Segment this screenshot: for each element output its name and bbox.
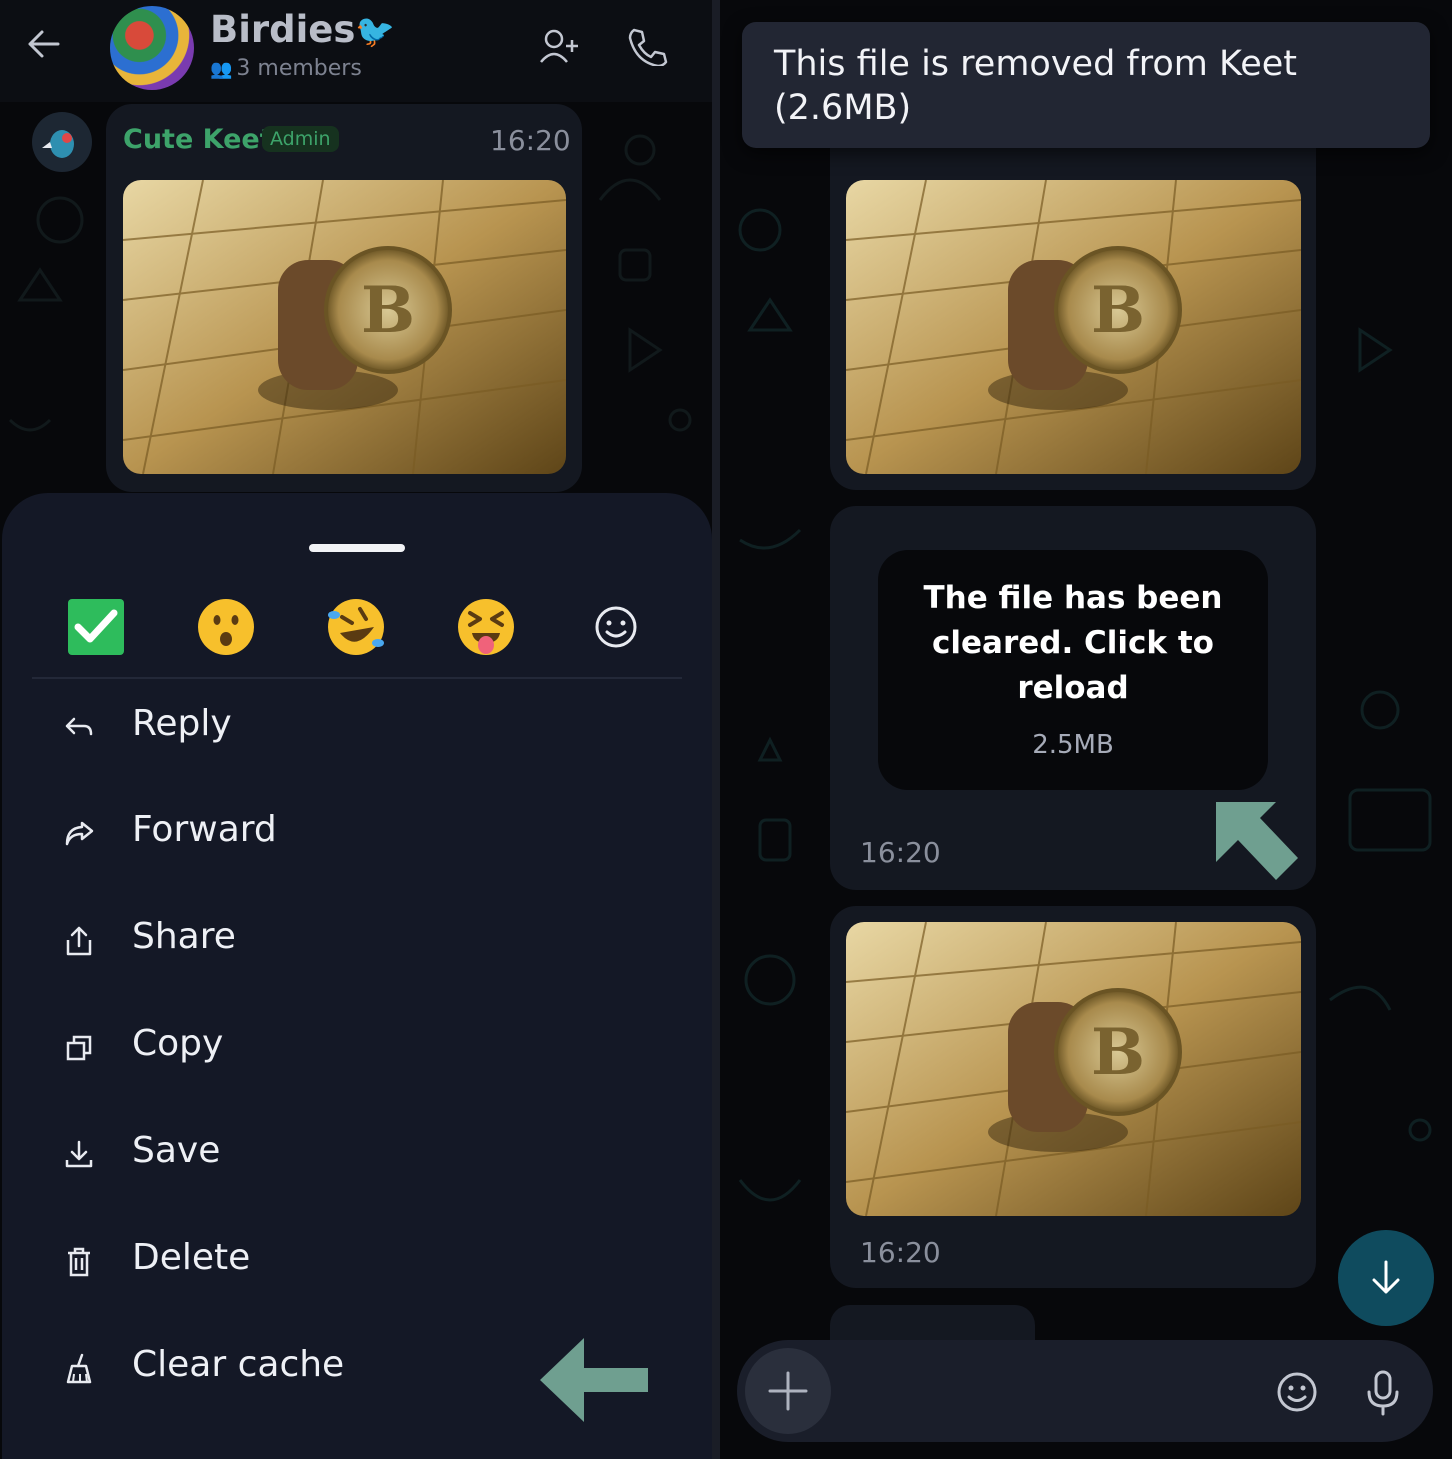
reaction-rofl[interactable] bbox=[326, 597, 386, 657]
message-actions-sheet: Reply Forward Share Copy Save Delete Cle… bbox=[2, 493, 712, 1459]
back-arrow-icon[interactable] bbox=[26, 28, 62, 60]
reaction-check[interactable] bbox=[66, 597, 126, 657]
image-message-time: 16:20 bbox=[860, 1236, 941, 1269]
members-text: 3 members bbox=[236, 56, 362, 81]
toast-line-2: (2.6MB) bbox=[774, 88, 912, 128]
menu-item-delete[interactable]: Delete bbox=[2, 1219, 712, 1319]
squinting-tongue-emoji-icon bbox=[458, 599, 514, 655]
menu-item-copy[interactable]: Copy bbox=[2, 1005, 712, 1105]
reaction-picker[interactable] bbox=[588, 599, 644, 655]
file-removed-toast: This file is removed from Keet (2.6MB) bbox=[742, 22, 1430, 148]
menu-label-delete: Delete bbox=[132, 1237, 251, 1278]
cleared-file-message: The file has been cleared. Click to relo… bbox=[923, 580, 1223, 706]
cleared-file-size: 2.5MB bbox=[1032, 730, 1114, 760]
plus-icon bbox=[768, 1371, 808, 1411]
phone-icon[interactable] bbox=[624, 26, 668, 66]
svg-text:B: B bbox=[1091, 1015, 1145, 1090]
check-mark-emoji-icon bbox=[68, 599, 124, 655]
bird-avatar-icon bbox=[42, 130, 74, 158]
menu-item-save[interactable]: Save bbox=[2, 1112, 712, 1212]
emoji-icon[interactable] bbox=[1273, 1368, 1321, 1416]
sender-avatar[interactable] bbox=[32, 112, 92, 172]
microphone-icon[interactable] bbox=[1359, 1368, 1407, 1416]
menu-item-reply[interactable]: Reply bbox=[2, 685, 712, 785]
reaction-divider bbox=[32, 677, 682, 679]
pointer-arrow-up-left-icon bbox=[1216, 802, 1298, 880]
reply-icon bbox=[65, 717, 93, 736]
menu-label-copy: Copy bbox=[132, 1023, 224, 1064]
reaction-surprised[interactable] bbox=[196, 597, 256, 657]
bitcoin-gold-picture-top: B bbox=[846, 180, 1301, 474]
menu-label-share: Share bbox=[132, 916, 236, 957]
bitcoin-gold-picture: B bbox=[123, 180, 566, 474]
add-user-icon[interactable] bbox=[538, 26, 582, 66]
reaction-tongue[interactable] bbox=[456, 597, 516, 657]
menu-label-forward: Forward bbox=[132, 809, 277, 850]
admin-badge: Admin bbox=[262, 126, 339, 152]
attach-button[interactable] bbox=[745, 1348, 831, 1434]
message-time: 16:20 bbox=[490, 124, 571, 157]
svg-text:B: B bbox=[361, 273, 415, 348]
arrow-down-icon bbox=[1372, 1260, 1400, 1294]
pointer-arrow-left-icon bbox=[540, 1338, 648, 1422]
message-composer[interactable] bbox=[737, 1340, 1433, 1442]
cleared-file-time: 16:20 bbox=[860, 836, 941, 869]
chat-panel-left: Birdies🐦 👥 3 members Cute Keet Admin 16:2… bbox=[0, 0, 712, 1459]
scroll-to-bottom-button[interactable] bbox=[1338, 1230, 1434, 1326]
panel-divider bbox=[712, 0, 720, 1459]
members-count: 👥 3 members bbox=[210, 56, 362, 81]
trash-icon bbox=[68, 1247, 90, 1277]
bitcoin-gold-image-bottom[interactable]: B bbox=[846, 922, 1301, 1216]
sender-name[interactable]: Cute Keet bbox=[123, 124, 273, 155]
share-icon bbox=[66, 926, 92, 956]
sheet-grabber[interactable] bbox=[309, 544, 405, 552]
toast-line-1: This file is removed from Keet bbox=[774, 44, 1297, 84]
menu-label-clear-cache: Clear cache bbox=[132, 1344, 345, 1385]
group-title[interactable]: Birdies🐦 bbox=[210, 8, 395, 51]
save-icon bbox=[65, 1140, 93, 1168]
group-title-text: Birdies bbox=[210, 8, 356, 51]
broom-icon bbox=[66, 1353, 92, 1384]
smile-outline-icon bbox=[595, 606, 637, 648]
svg-text:B: B bbox=[1091, 273, 1145, 348]
bird-emoji: 🐦 bbox=[355, 12, 396, 50]
reload-file-button[interactable]: The file has been cleared. Click to relo… bbox=[878, 550, 1268, 790]
surprised-face-emoji-icon bbox=[198, 599, 254, 655]
bitcoin-gold-image-top[interactable]: B bbox=[846, 180, 1301, 474]
menu-item-share[interactable]: Share bbox=[2, 898, 712, 998]
bitcoin-gold-picture-bottom: B bbox=[846, 922, 1301, 1216]
menu-label-reply: Reply bbox=[132, 703, 232, 744]
forward-icon bbox=[65, 821, 94, 846]
bitcoin-gold-image[interactable]: B bbox=[123, 180, 566, 474]
group-avatar[interactable] bbox=[110, 6, 194, 90]
menu-label-save: Save bbox=[132, 1130, 221, 1171]
members-icon: 👥 bbox=[210, 59, 233, 80]
chat-header: Birdies🐦 👥 3 members bbox=[0, 0, 712, 102]
copy-icon bbox=[66, 1035, 92, 1061]
menu-item-forward[interactable]: Forward bbox=[2, 791, 712, 891]
rolling-laughing-emoji-icon bbox=[328, 599, 384, 655]
partial-message-bubble[interactable] bbox=[830, 1305, 1035, 1345]
